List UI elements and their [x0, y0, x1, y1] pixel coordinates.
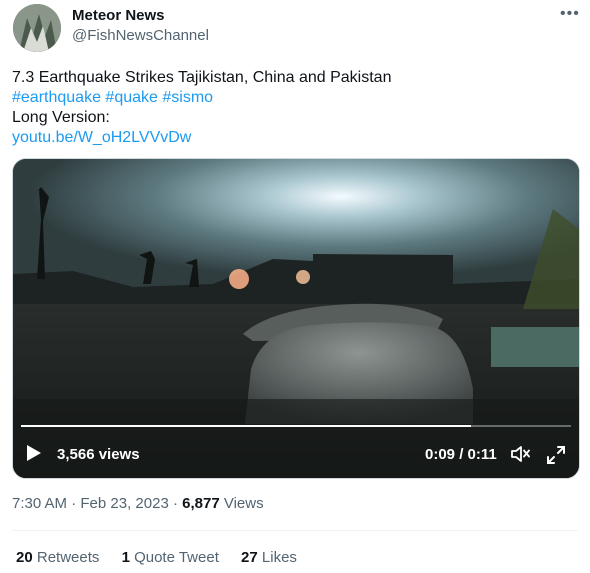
retweets-label: Retweets	[36, 549, 100, 566]
divider	[12, 530, 578, 531]
video-frame	[13, 159, 579, 478]
hashtag-earthquake[interactable]: #earthquake	[12, 89, 101, 106]
fullscreen-icon[interactable]	[545, 444, 567, 466]
engagement-stats: 20 Retweets 1 Quote Tweet 27 Likes	[16, 549, 315, 566]
tweet-meta: 7:30 AM · Feb 23, 2023 · 6,877 Views	[12, 495, 264, 512]
quotes-label: Quote Tweet	[134, 549, 219, 566]
video-progress-fill	[21, 425, 471, 427]
tweet-card: Meteor News @FishNewsChannel ••• 7.3 Ear…	[0, 0, 590, 573]
video-time: 0:09 / 0:11	[425, 446, 497, 463]
video-player[interactable]: 3,566 views 0:09 / 0:11	[12, 158, 580, 479]
tweet-views-count: 6,877	[182, 495, 220, 512]
likes-stat[interactable]: 27 Likes	[241, 549, 297, 566]
quote-tweets-stat[interactable]: 1 Quote Tweet	[122, 549, 219, 566]
hashtag-sismo[interactable]: #sismo	[162, 89, 213, 106]
video-controls: 3,566 views 0:09 / 0:11	[13, 435, 579, 475]
video-link[interactable]: youtu.be/W_oH2LVVvDw	[12, 128, 572, 148]
more-horizontal-icon[interactable]: •••	[560, 5, 580, 23]
tweet-date[interactable]: Feb 23, 2023	[80, 495, 168, 512]
avatar[interactable]	[13, 4, 61, 52]
author-name[interactable]: Meteor News	[72, 7, 165, 24]
tweet-time[interactable]: 7:30 AM	[12, 495, 67, 512]
retweets-stat[interactable]: 20 Retweets	[16, 549, 99, 566]
volume-icon[interactable]	[510, 444, 532, 464]
video-views: 3,566 views	[57, 446, 140, 463]
likes-count: 27	[241, 549, 258, 566]
video-progress-bar[interactable]	[21, 425, 571, 427]
likes-label: Likes	[261, 549, 297, 566]
hashtag-quake[interactable]: #quake	[105, 89, 158, 106]
retweets-count: 20	[16, 549, 33, 566]
meta-separator: ·	[172, 495, 178, 512]
tweet-views-label: Views	[223, 495, 264, 512]
quotes-count: 1	[121, 549, 130, 566]
play-icon[interactable]	[27, 445, 41, 461]
tweet-headline: 7.3 Earthquake Strikes Tajikistan, China…	[12, 69, 392, 86]
long-version-label: Long Version:	[12, 109, 110, 126]
tweet-text: 7.3 Earthquake Strikes Tajikistan, China…	[12, 68, 572, 148]
meta-separator: ·	[71, 495, 77, 512]
hashtag-row: #earthquake #quake #sismo	[12, 88, 572, 108]
author-handle[interactable]: @FishNewsChannel	[72, 27, 209, 44]
